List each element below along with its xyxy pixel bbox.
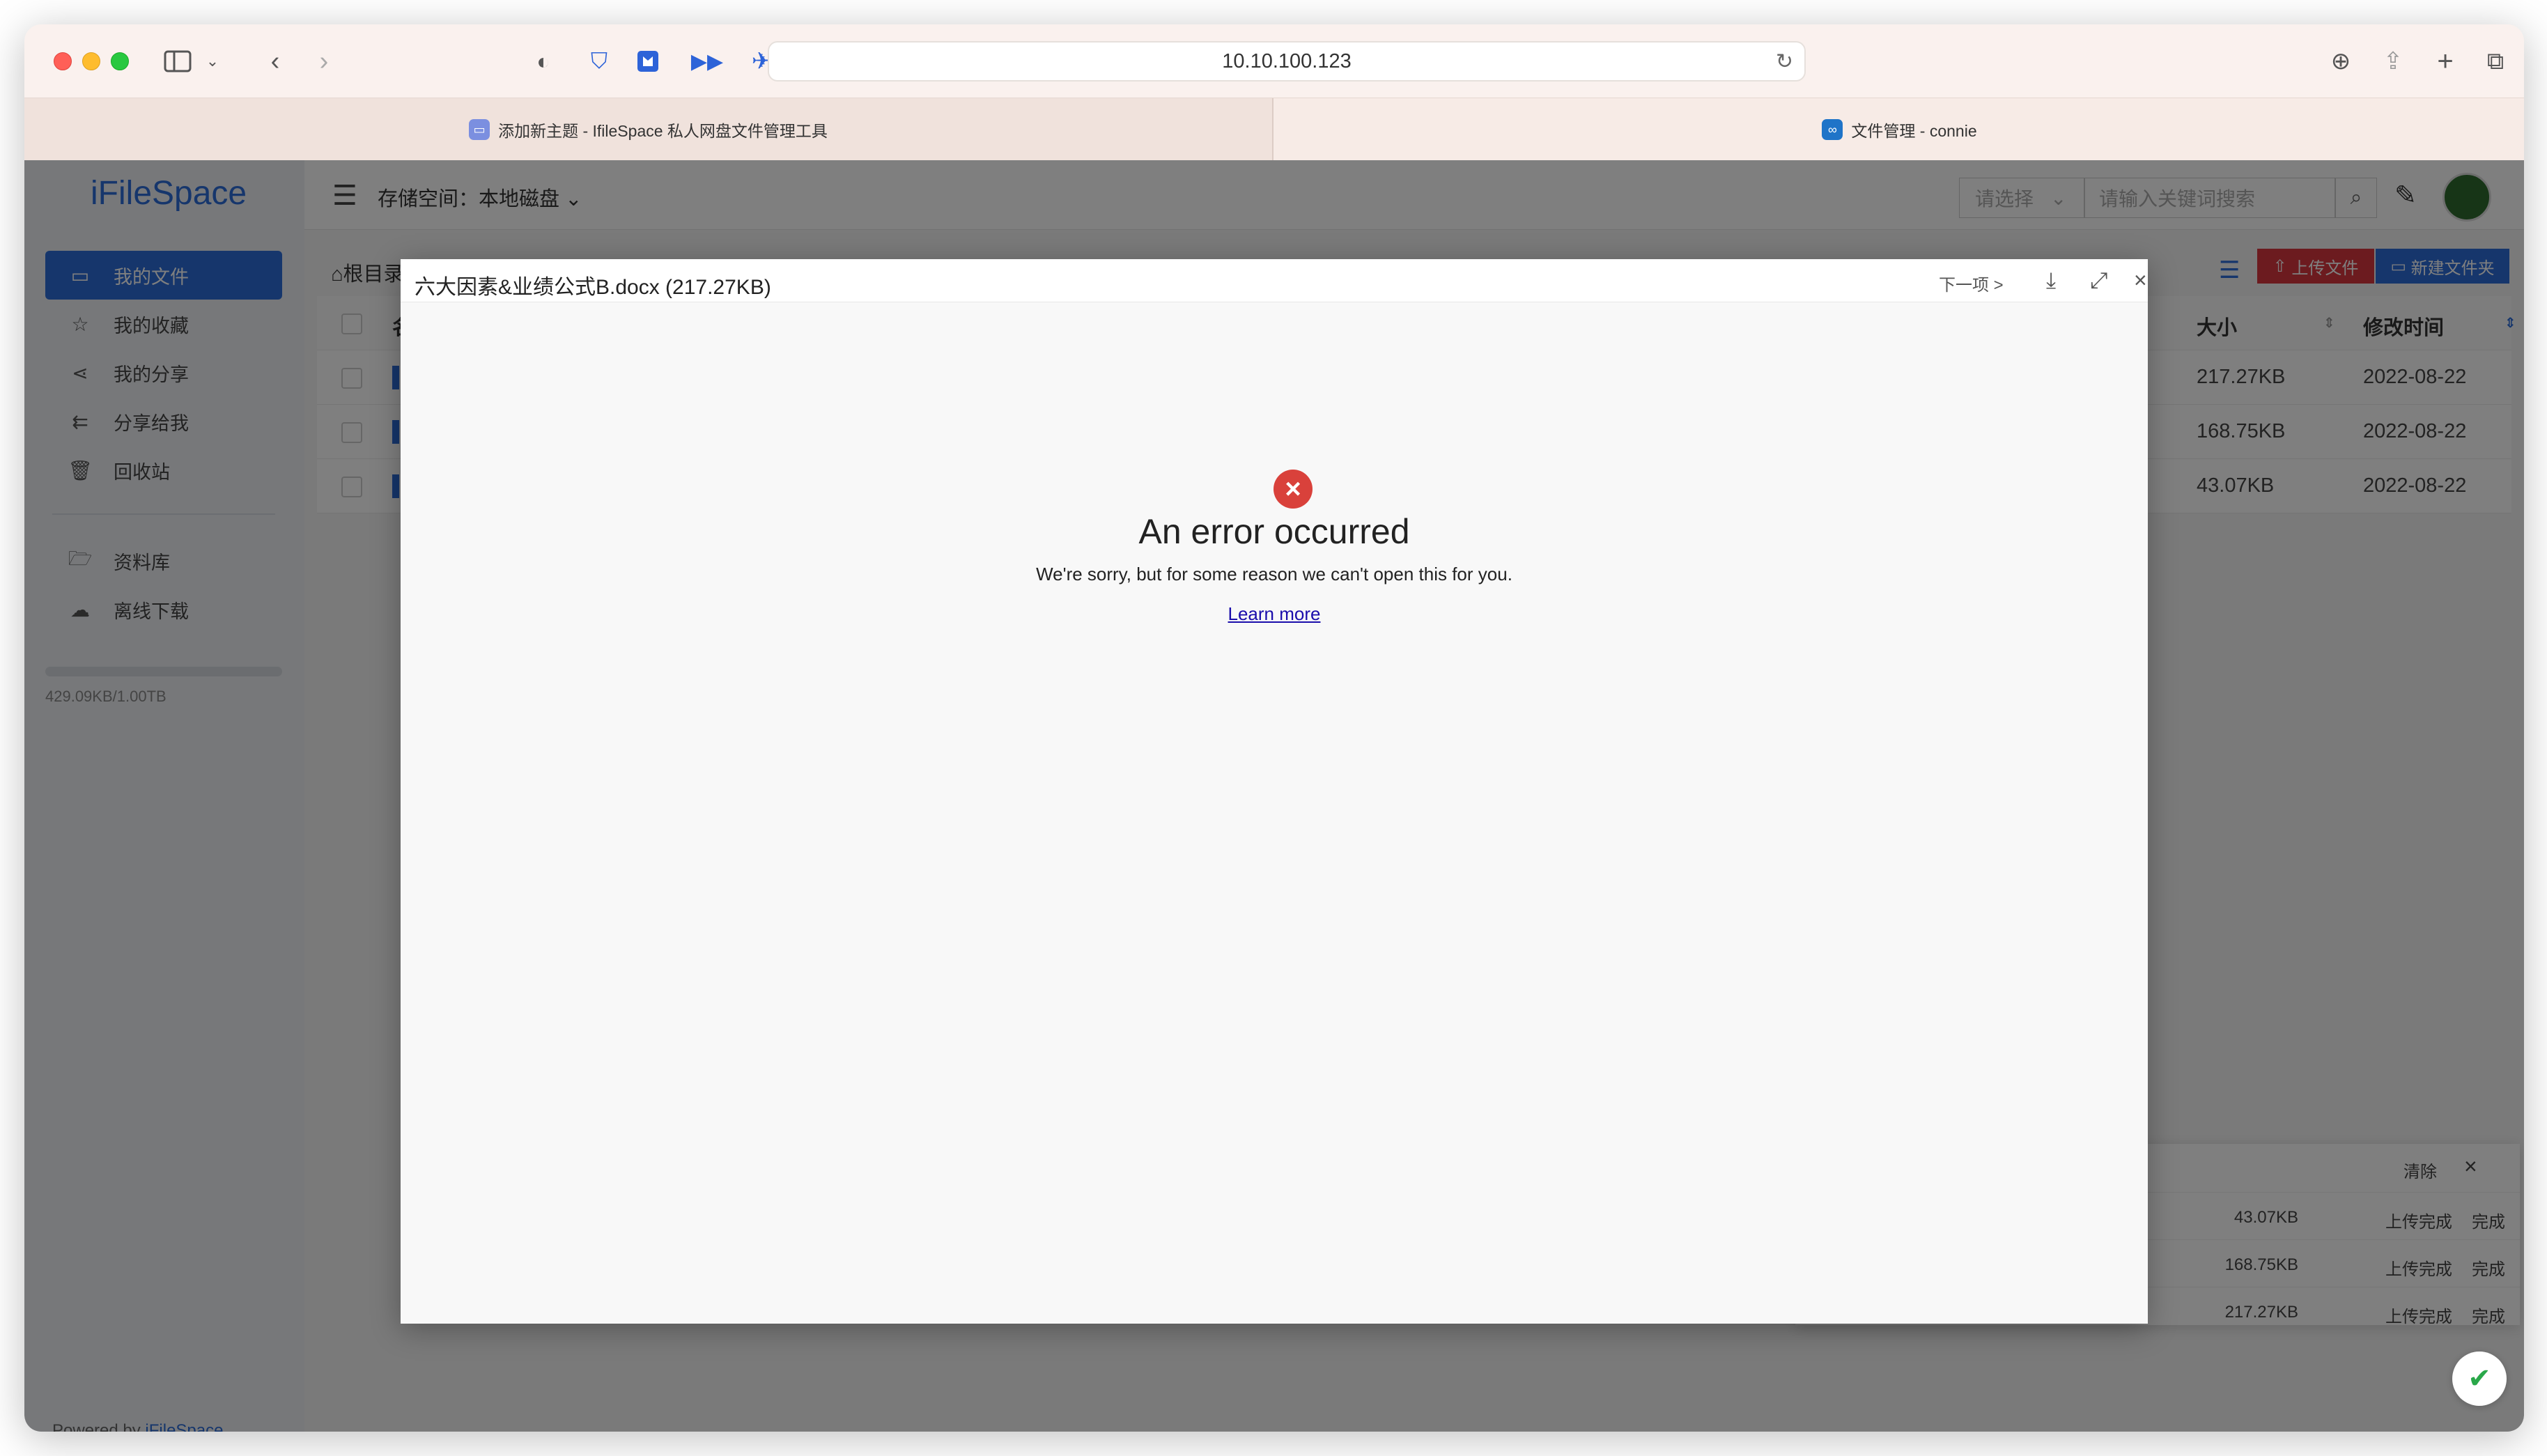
tab-bar: ▭ 添加新主题 - IfileSpace 私人网盘文件管理工具 ∞ 文件管理 -… (24, 98, 2524, 161)
file-preview-dialog: 六大因素&业绩公式B.docx (217.27KB) 下一项 > ⤓ ⤢ × ×… (401, 259, 2148, 1324)
tab-title: 添加新主题 - IfileSpace 私人网盘文件管理工具 (498, 122, 828, 140)
preview-header: 六大因素&业绩公式B.docx (217.27KB) 下一项 > ⤓ ⤢ × (401, 259, 2148, 302)
share-icon[interactable]: ⇪ (2376, 44, 2410, 79)
security-shield-icon[interactable]: ✔ (2452, 1352, 2507, 1406)
close-window-button[interactable] (54, 52, 72, 70)
browser-window: ⌄ ‹ › ◐ ⛉ ▶▶ ✈ 10.10.100.123 ↻ ⊕ ⇪ + ⧉ ▭… (24, 24, 2524, 1432)
preview-body: × An error occurred We're sorry, but for… (401, 302, 2148, 1324)
sidebar-toggle-icon[interactable] (157, 44, 199, 79)
next-item-button[interactable]: 下一项 > (1939, 271, 2004, 295)
url-text: 10.10.100.123 (1222, 49, 1352, 72)
tab-file-manager[interactable]: ∞ 文件管理 - connie (1275, 98, 2524, 161)
downloads-icon[interactable]: ⊕ (2323, 44, 2358, 79)
error-message: We're sorry, but for some reason we can'… (1036, 564, 1512, 584)
new-tab-icon[interactable]: + (2428, 44, 2463, 79)
extension-icon[interactable] (630, 44, 665, 79)
tab-ifilespace-topic[interactable]: ▭ 添加新主题 - IfileSpace 私人网盘文件管理工具 (24, 98, 1274, 161)
learn-more-link[interactable]: Learn more (401, 603, 2148, 625)
reload-icon[interactable]: ↻ (1776, 49, 1793, 74)
error-icon: × (1274, 470, 1313, 509)
close-icon[interactable]: × (2134, 268, 2147, 293)
bitwarden-extension-icon[interactable]: ⛉ (582, 44, 617, 79)
download-icon[interactable]: ⤓ (2046, 268, 2056, 294)
zoom-window-button[interactable] (111, 52, 129, 70)
fullscreen-icon[interactable]: ⤢ (2090, 268, 2108, 294)
address-bar[interactable]: 10.10.100.123 ↻ (768, 41, 1806, 82)
minimize-window-button[interactable] (82, 52, 100, 70)
browser-toolbar: ⌄ ‹ › ◐ ⛉ ▶▶ ✈ 10.10.100.123 ↻ ⊕ ⇪ + ⧉ (24, 24, 2524, 98)
forward-icon[interactable]: › (307, 44, 341, 79)
back-icon[interactable]: ‹ (258, 44, 293, 79)
tab-overview-icon[interactable]: ⧉ (2478, 44, 2513, 79)
tab-favicon-icon: ∞ (1822, 119, 1843, 140)
chevron-down-icon[interactable]: ⌄ (202, 44, 223, 79)
reader-extension-icon[interactable]: ▶▶ (690, 44, 725, 79)
error-title: An error occurred (1138, 512, 1410, 551)
tab-title: 文件管理 - connie (1851, 122, 1977, 140)
tab-favicon-icon: ▭ (469, 119, 490, 140)
privacy-shield-icon[interactable]: ◐ (526, 44, 561, 79)
desktop-background: ⌄ ‹ › ◐ ⛉ ▶▶ ✈ 10.10.100.123 ↻ ⊕ ⇪ + ⧉ ▭… (0, 0, 2547, 1456)
preview-title: 六大因素&业绩公式B.docx (217.27KB) (415, 276, 771, 299)
web-page: iFileSpace ▭ 我的文件 ☆ 我的收藏 ⋖ 我的分享 ⇇ 分享给我 🗑… (24, 160, 2524, 1432)
